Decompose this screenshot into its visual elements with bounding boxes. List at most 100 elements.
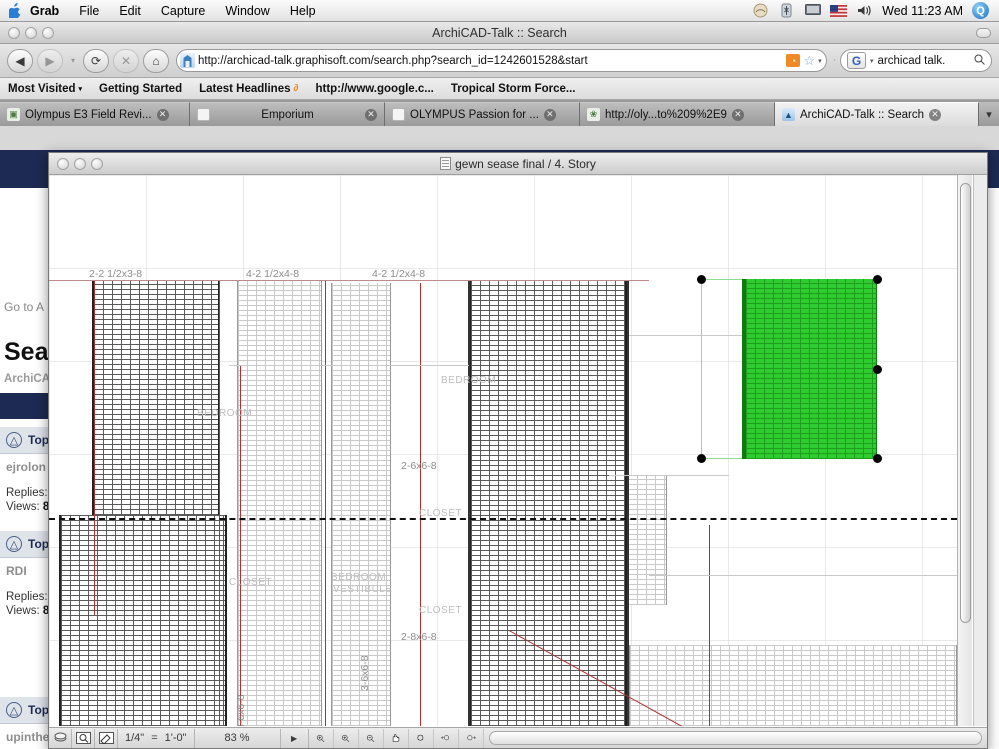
- close-icon[interactable]: ✕: [365, 108, 377, 121]
- minimize-button[interactable]: [25, 26, 37, 39]
- fit-window-icon[interactable]: [409, 728, 434, 748]
- toolbar-toggle-button[interactable]: [976, 27, 991, 38]
- home-button[interactable]: ⌂: [143, 48, 169, 73]
- menu-bar-clock[interactable]: Wed 11:23 AM: [882, 4, 963, 18]
- document-title-text: gewn sease final / 4. Story: [455, 156, 596, 171]
- menu-item-capture[interactable]: Capture: [151, 2, 215, 20]
- zoom-out-icon[interactable]: [359, 728, 384, 748]
- zoom-button[interactable]: [42, 26, 54, 39]
- zoom-level-field[interactable]: 83 %: [195, 728, 281, 748]
- pen-icon[interactable]: [95, 728, 118, 748]
- breadcrumb: ArchiCA: [4, 373, 51, 385]
- bookmark-star-icon[interactable]: ☆: [803, 53, 815, 69]
- room-label: CLOSET: [419, 508, 463, 519]
- zoom-popup-button[interactable]: ▶: [281, 728, 309, 748]
- close-button[interactable]: [8, 26, 20, 39]
- close-icon[interactable]: ✕: [156, 108, 169, 121]
- tab-list-menu-icon[interactable]: ▾: [979, 102, 999, 126]
- vertical-scrollbar-inner[interactable]: [957, 175, 972, 726]
- spotlight-icon[interactable]: Q: [972, 2, 989, 19]
- prev-zoom-icon[interactable]: [434, 728, 459, 748]
- tab-oly-link[interactable]: ❀ http://oly...to%209%2E9 ✕: [580, 102, 775, 126]
- bookmark-getting-started[interactable]: Getting Started: [99, 83, 182, 95]
- selected-wall[interactable]: [742, 279, 877, 459]
- volume-icon[interactable]: [856, 3, 873, 19]
- address-bar-text[interactable]: http://archicad-talk.graphisoft.com/sear…: [198, 55, 783, 67]
- layer-icon[interactable]: [49, 728, 72, 748]
- magnifier-icon[interactable]: [974, 54, 985, 68]
- search-input[interactable]: archicad talk.: [878, 55, 970, 67]
- wall-line: [420, 283, 421, 726]
- selection-handle[interactable]: [873, 275, 882, 284]
- tab-olympus-passion[interactable]: OLYMPUS Passion for ... ✕: [385, 102, 580, 126]
- search-bar[interactable]: G ▾ archicad talk.: [840, 49, 992, 72]
- search-engine-chevron-icon[interactable]: ▾: [870, 57, 874, 65]
- stop-button[interactable]: ✕: [113, 48, 139, 73]
- forward-button[interactable]: ▶: [37, 48, 63, 73]
- scale-equals: =: [151, 732, 158, 744]
- selection-handle[interactable]: [873, 454, 882, 463]
- post-title[interactable]: Top: [28, 537, 49, 551]
- selection-handle[interactable]: [697, 275, 706, 284]
- chevron-down-icon[interactable]: ▾: [818, 57, 822, 65]
- section-cut-line[interactable]: [49, 518, 957, 520]
- close-icon[interactable]: ✕: [543, 108, 556, 121]
- archicad-title-bar[interactable]: gewn sease final / 4. Story: [49, 153, 987, 175]
- menu-item-help[interactable]: Help: [280, 2, 326, 20]
- minimize-button[interactable]: [74, 157, 86, 170]
- tab-archicad-talk-search[interactable]: ▲ ArchiCAD-Talk :: Search ✕: [775, 102, 979, 126]
- topic-icon: △: [6, 432, 22, 448]
- wall-hatch[interactable]: [237, 280, 322, 726]
- close-button[interactable]: [57, 157, 69, 170]
- next-zoom-icon[interactable]: [459, 728, 484, 748]
- zoom-button[interactable]: [91, 157, 103, 170]
- bluetooth-icon[interactable]: [778, 3, 795, 19]
- zoom-in-icon[interactable]: [334, 728, 359, 748]
- wall-hatch[interactable]: [469, 280, 627, 726]
- bookmark-label: Latest Headlines: [199, 82, 291, 95]
- status-slider[interactable]: [488, 731, 982, 745]
- wall-hatch[interactable]: [627, 475, 667, 605]
- wall-hatch[interactable]: [59, 515, 227, 726]
- apple-icon[interactable]: [6, 3, 24, 18]
- back-button[interactable]: ◀: [7, 48, 33, 73]
- close-icon[interactable]: ✕: [731, 108, 744, 121]
- wall-hatch[interactable]: [629, 645, 957, 726]
- tab-label: OLYMPUS Passion for ...: [410, 108, 539, 121]
- menu-item-edit[interactable]: Edit: [109, 2, 151, 20]
- menu-item-grab[interactable]: Grab: [24, 2, 69, 20]
- drawing-scale-field[interactable]: 1/4" = 1'-0": [118, 728, 195, 748]
- close-icon[interactable]: ✕: [928, 108, 941, 121]
- browser-title-bar[interactable]: ArchiCAD-Talk :: Search: [0, 22, 999, 44]
- rss-feed-icon[interactable]: ◔: [786, 54, 801, 67]
- detail-zoom-icon[interactable]: [72, 728, 95, 748]
- post-title[interactable]: Top: [28, 703, 49, 717]
- bookmark-google[interactable]: http://www.google.c...: [315, 83, 433, 95]
- bookmark-most-visited[interactable]: Most Visited ▾: [8, 83, 82, 95]
- spotlight-stack-icon[interactable]: [752, 3, 769, 19]
- bookmark-tropical-storm[interactable]: Tropical Storm Force...: [451, 83, 576, 95]
- pan-hand-icon[interactable]: [384, 728, 409, 748]
- zoom-range-icon[interactable]: [309, 728, 334, 748]
- wall-line: [49, 280, 649, 281]
- scrollbar-thumb[interactable]: [960, 183, 971, 623]
- archicad-body: 2-2 1/2x3-8 4-2 1/2x4-8 4-2 1/2x4-8 BEDR…: [49, 175, 987, 748]
- window-controls: [8, 26, 54, 39]
- display-icon[interactable]: [804, 3, 821, 19]
- search-engine-icon[interactable]: G: [847, 52, 866, 69]
- flag-us-icon[interactable]: [830, 3, 848, 19]
- menu-item-file[interactable]: File: [69, 2, 109, 20]
- tab-olympus-e3[interactable]: ▣ Olympus E3 Field Revi... ✕: [0, 102, 190, 126]
- bookmark-latest-headlines[interactable]: Latest Headlines ∂: [199, 83, 298, 95]
- menu-item-window[interactable]: Window: [215, 2, 279, 20]
- selection-handle[interactable]: [697, 454, 706, 463]
- wall-line: [468, 280, 470, 726]
- post-title[interactable]: Top: [28, 433, 49, 447]
- tab-emporium[interactable]: Emporium ✕: [190, 102, 385, 126]
- go-to-link[interactable]: Go to A: [4, 300, 44, 314]
- floor-plan-canvas[interactable]: 2-2 1/2x3-8 4-2 1/2x4-8 4-2 1/2x4-8 BEDR…: [49, 175, 957, 726]
- selection-handle[interactable]: [873, 365, 882, 374]
- reload-button[interactable]: ⟳: [83, 48, 109, 73]
- history-dropdown-button[interactable]: ▾: [67, 49, 79, 73]
- address-bar[interactable]: http://archicad-talk.graphisoft.com/sear…: [176, 49, 827, 72]
